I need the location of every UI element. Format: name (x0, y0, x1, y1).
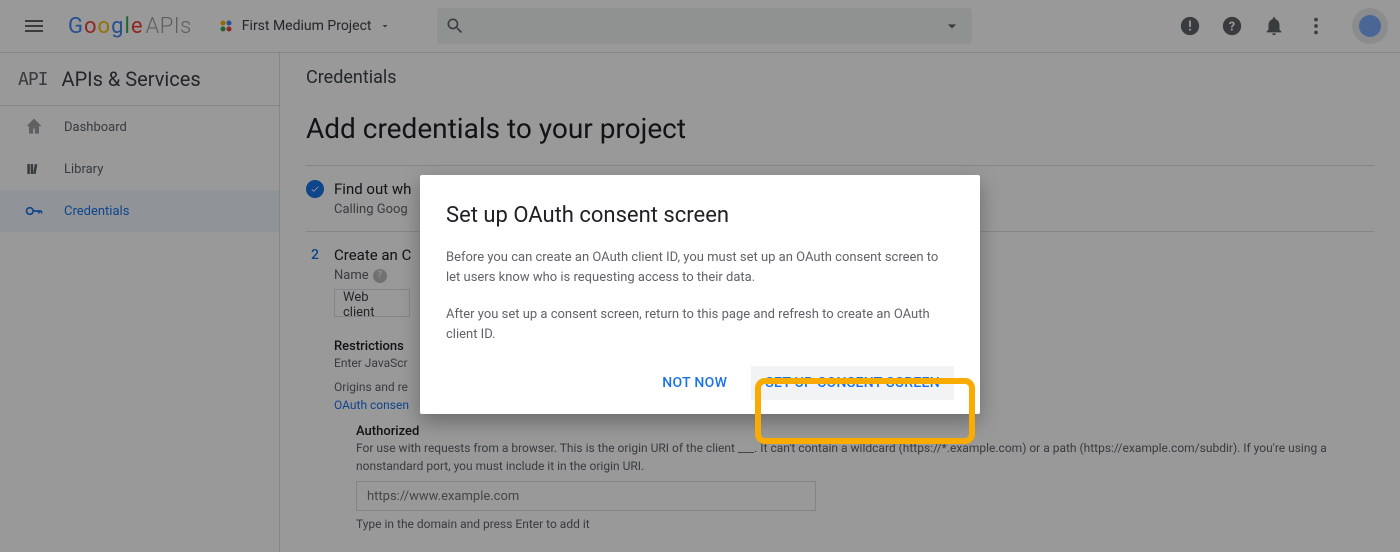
setup-consent-button[interactable]: SET UP CONSENT SCREEN (751, 366, 954, 400)
consent-dialog: Set up OAuth consent screen Before you c… (420, 175, 980, 414)
dialog-text-2: After you set up a consent screen, retur… (446, 305, 954, 344)
dialog-title: Set up OAuth consent screen (446, 203, 954, 228)
not-now-button[interactable]: NOT NOW (648, 366, 741, 400)
dialog-text-1: Before you can create an OAuth client ID… (446, 248, 954, 287)
